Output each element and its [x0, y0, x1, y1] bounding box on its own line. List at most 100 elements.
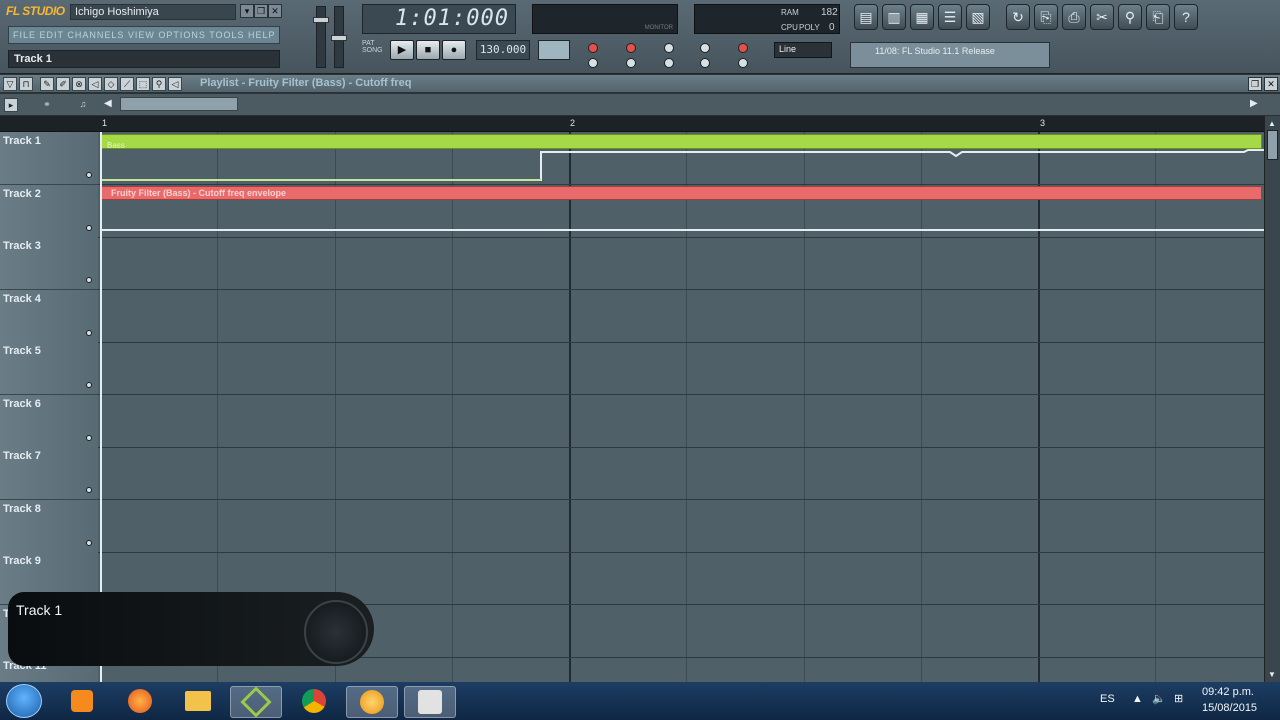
track-header[interactable]: Track 7: [0, 447, 98, 500]
save-icon[interactable]: ⎘: [1034, 4, 1058, 30]
step-edit-toggle-icon[interactable]: [700, 43, 710, 53]
record-button[interactable]: ●: [442, 40, 466, 60]
mixer-icon[interactable]: ☰: [938, 4, 962, 30]
snap-icon[interactable]: ⚭: [40, 98, 54, 112]
file-explorer-icon[interactable]: [172, 686, 224, 718]
scroll-left-icon[interactable]: ◀: [104, 98, 112, 109]
clock-time[interactable]: 09:42 p.m.: [1202, 686, 1254, 698]
language-indicator[interactable]: ES: [1100, 693, 1115, 705]
zoom-tool-icon[interactable]: ⚲: [152, 77, 166, 91]
magnet-icon[interactable]: ⊓: [19, 77, 33, 91]
stop-button[interactable]: ■: [416, 40, 440, 60]
horizontal-scrollbar[interactable]: [120, 97, 238, 111]
vertical-scrollbar[interactable]: ▲ ▼: [1264, 116, 1280, 682]
clock-date[interactable]: 15/08/2015: [1202, 702, 1257, 714]
cut-icon[interactable]: ✂: [1090, 4, 1114, 30]
browser-icon[interactable]: ▧: [966, 4, 990, 30]
taskbar-app-2-icon[interactable]: [404, 686, 456, 718]
track-header[interactable]: Track 5: [0, 342, 98, 395]
track-mute-icon[interactable]: [86, 382, 92, 388]
pattern-song-switch[interactable]: PAT SONG: [362, 40, 386, 62]
help-icon[interactable]: ?: [1174, 4, 1198, 30]
search-icon[interactable]: ⚲: [1118, 4, 1142, 30]
tempo-display[interactable]: 130.000: [476, 40, 530, 60]
slip-tool-icon[interactable]: ◇: [104, 77, 118, 91]
restore-window-button[interactable]: ❐: [254, 4, 268, 18]
taskbar-app-icon[interactable]: [230, 686, 282, 718]
track-mute-icon[interactable]: [86, 172, 92, 178]
piano-roll-icon[interactable]: ▥: [882, 4, 906, 30]
track-mute-icon[interactable]: [86, 487, 92, 493]
select-tool-icon[interactable]: ⬚: [136, 77, 150, 91]
master-pitch-slider[interactable]: [331, 6, 347, 68]
clipboard-icon[interactable]: ⎗: [1146, 4, 1170, 30]
note-icon[interactable]: ♫: [76, 98, 90, 112]
chrome-icon[interactable]: [288, 686, 340, 718]
track-header[interactable]: Track 3: [0, 237, 98, 290]
hint-bar: Track 1: [8, 50, 280, 68]
start-button[interactable]: [6, 684, 42, 718]
main-menu-bar[interactable]: FILE EDIT CHANNELS VIEW OPTIONS TOOLS HE…: [8, 26, 280, 44]
track-header[interactable]: Track 1: [0, 132, 98, 185]
timeline-ruler[interactable]: 1 2 3: [0, 116, 1280, 132]
delete-tool-icon[interactable]: ⊗: [72, 77, 86, 91]
typing-keyboard-toggle-icon[interactable]: [588, 58, 598, 68]
playlist-maximize-button[interactable]: ❐: [1248, 77, 1262, 91]
channel-rack-icon[interactable]: ▦: [910, 4, 934, 30]
tray-expand-icon[interactable]: ▲: [1132, 693, 1143, 705]
play-button[interactable]: ▶: [390, 40, 414, 60]
blend-notes-toggle-icon[interactable]: [738, 43, 748, 53]
track-header[interactable]: Track 4: [0, 289, 98, 343]
scroll-toggle-icon[interactable]: [700, 58, 710, 68]
song-position-display[interactable]: 1:01:000: [362, 4, 516, 34]
track-mute-icon[interactable]: [86, 329, 92, 336]
undo-icon[interactable]: ↻: [1006, 4, 1030, 30]
track-lane[interactable]: [98, 395, 1264, 448]
render-icon[interactable]: ⎙: [1062, 4, 1086, 30]
automation-toggle-icon[interactable]: [738, 58, 748, 68]
media-player-icon[interactable]: [56, 686, 108, 718]
playlist-titlebar[interactable]: ▽ ⊓ ✎ ✐ ⊗ ◁ ◇ ⟋ ⬚ ⚲ ◁ Playlist - Fruity …: [0, 75, 1280, 93]
track-lane[interactable]: [98, 500, 1264, 553]
window-menu-button[interactable]: ▾: [240, 4, 254, 18]
track-lane[interactable]: [98, 237, 1264, 290]
track-lane[interactable]: [98, 447, 1264, 500]
cpu-label: CPU: [781, 23, 798, 32]
paint-tool-icon[interactable]: ✐: [56, 77, 70, 91]
playlist-close-button[interactable]: ✕: [1264, 77, 1278, 91]
track-mute-icon[interactable]: [86, 277, 92, 283]
fl-studio-taskbar-icon[interactable]: [346, 686, 398, 718]
network-icon[interactable]: ⊞: [1174, 692, 1183, 705]
news-panel[interactable]: 11/08: FL Studio 11.1 Release: [850, 42, 1050, 68]
playback-tool-icon[interactable]: ◁: [168, 77, 182, 91]
track-name: Track 3: [3, 240, 41, 252]
track-mute-icon[interactable]: [86, 434, 92, 441]
slice-tool-icon[interactable]: ⟋: [120, 77, 134, 91]
snap-select[interactable]: Line: [774, 42, 832, 58]
countdown-toggle-icon[interactable]: [664, 43, 674, 53]
playlist-subbar: ▸ ⚭ ♫ ◀ ▶: [0, 94, 1280, 116]
track-header[interactable]: Track 6: [0, 394, 98, 448]
track-mute-icon[interactable]: [86, 224, 92, 231]
draw-tool-icon[interactable]: ✎: [40, 77, 54, 91]
close-window-button[interactable]: ✕: [268, 4, 282, 18]
mute-tool-icon[interactable]: ◁: [88, 77, 102, 91]
track-header[interactable]: Track 2: [0, 184, 98, 238]
playlist-menu-icon[interactable]: ▽: [3, 77, 17, 91]
poly-label: POLY: [799, 23, 820, 32]
metronome-toggle-icon[interactable]: [588, 43, 598, 53]
scroll-right-icon[interactable]: ▶: [1250, 98, 1258, 109]
firefox-icon[interactable]: [114, 686, 166, 718]
multilink-toggle-icon[interactable]: [664, 58, 674, 68]
wait-input-toggle-icon[interactable]: [626, 43, 636, 53]
playlist-icon[interactable]: ▤: [854, 4, 878, 30]
master-volume-slider[interactable]: [313, 6, 329, 68]
volume-icon[interactable]: 🔈: [1152, 692, 1166, 705]
track-header[interactable]: Track 8: [0, 499, 98, 553]
track-mute-icon[interactable]: [86, 539, 92, 546]
pattern-picker-icon[interactable]: ▸: [4, 98, 18, 112]
track-lane[interactable]: [98, 342, 1264, 395]
track-lane[interactable]: [98, 290, 1264, 343]
pattern-selector[interactable]: [538, 40, 570, 60]
loop-record-toggle-icon[interactable]: [626, 58, 636, 68]
